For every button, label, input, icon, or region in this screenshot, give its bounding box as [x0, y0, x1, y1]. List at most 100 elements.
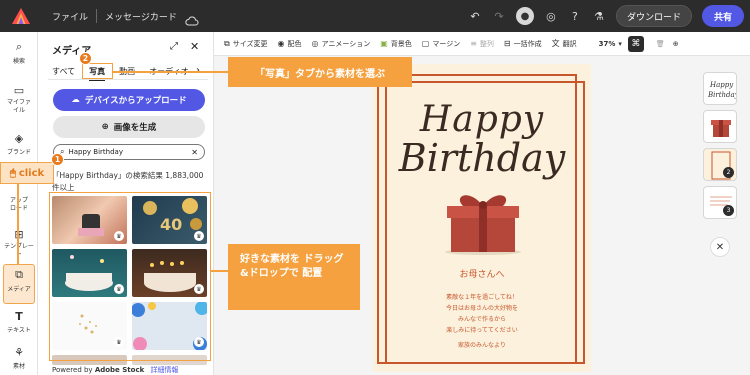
bulk-icon: ⊟ — [503, 39, 511, 48]
image-plus-icon: ⊕ — [101, 122, 109, 132]
media-icon: ⧉ — [15, 268, 23, 281]
gift-box-image[interactable] — [439, 184, 527, 260]
add-page-icon[interactable]: ⊕ — [673, 40, 679, 48]
card-title-line2[interactable]: Birthday — [373, 136, 591, 180]
file-menu[interactable]: ファイル — [52, 10, 88, 23]
rail-item-text[interactable]: T テキスト — [0, 310, 38, 334]
color-theme-button[interactable]: ◉ 配色 — [278, 39, 302, 49]
download-button[interactable]: ダウンロード — [615, 5, 692, 27]
flask-icon[interactable]: ⚗ — [592, 9, 606, 23]
generate-image-button[interactable]: ⊕ 画像を生成 — [53, 116, 205, 138]
cloud-icon — [185, 11, 199, 26]
annotation-connector — [17, 184, 19, 264]
zoom-value: 37% — [598, 39, 616, 48]
toolbar-label: アニメーション — [321, 39, 371, 48]
rail-item-label: ブランド — [6, 149, 31, 156]
page-thumb[interactable]: Happy Birthday — [703, 72, 737, 105]
annotation-highlight — [49, 192, 211, 361]
callout-drag-drop: 好きな素材を ドラッグ&ドロップで 配置 — [228, 244, 360, 310]
share-button[interactable]: 共有 — [701, 5, 744, 27]
toolbar-label: マージン — [432, 39, 461, 48]
rail-item-label: 検索 — [12, 58, 25, 65]
layers-icon[interactable]: ⌘ — [627, 35, 644, 52]
rail-item-label: テキスト — [7, 327, 31, 334]
close-icon[interactable]: ✕ — [710, 237, 730, 257]
clear-icon[interactable]: ✕ — [191, 148, 198, 157]
animation-button[interactable]: ◎ アニメーション — [312, 39, 371, 49]
svg-text:Happy: Happy — [709, 81, 734, 89]
undo-icon[interactable]: ↶ — [468, 9, 482, 23]
search-input[interactable]: ⌕ Happy Birthday ✕ — [53, 144, 205, 160]
results-count: 「Happy Birthday」の検索結果 1,883,000 件以上 — [52, 171, 204, 192]
rail-item-upload[interactable]: ⇪ アップロード — [0, 182, 38, 213]
palette-icon: ◉ — [277, 39, 285, 48]
search-icon: ⌕ — [15, 40, 23, 53]
card-greeting[interactable]: お母さんへ — [373, 267, 591, 280]
folder-icon: ▭ — [13, 84, 25, 97]
bulk-create-button[interactable]: ⊟ 一括作成 — [504, 39, 542, 49]
card-title-line1[interactable]: Happy — [373, 99, 591, 140]
upload-from-device-button[interactable]: ☁ デバイスからアップロード — [53, 89, 205, 111]
text-icon: T — [15, 310, 23, 323]
card-message-line: 家族のみんなより — [458, 342, 506, 349]
button-label: 画像を生成 — [113, 123, 157, 133]
toolbar-label: 翻訳 — [562, 39, 577, 48]
page-thumb[interactable] — [703, 110, 737, 143]
svg-text:Birthday: Birthday — [707, 91, 737, 99]
mouse-icon: 🖱 — [9, 167, 16, 179]
divider — [48, 79, 208, 80]
card-message[interactable]: 素敵な１年を過ごしてね！ 今日はお母さんの大好物を みんなで作るから 楽しみに待… — [373, 292, 591, 351]
cloud-upload-icon: ☁ — [71, 95, 80, 105]
rail-item-brand[interactable]: ◈ ブランド — [0, 132, 38, 156]
rail-item-elements[interactable]: ⚘ 素材 — [0, 346, 38, 370]
app-logo-icon[interactable] — [12, 8, 30, 24]
click-label: click — [18, 167, 45, 179]
document-title[interactable]: メッセージカード — [105, 10, 177, 23]
rail-item-label: 素材 — [12, 363, 25, 370]
powered-brand: Adobe Stock — [94, 366, 145, 374]
rail-item-search[interactable]: ⌕ 検索 — [0, 40, 38, 65]
annotation-connector — [113, 71, 228, 73]
align-button[interactable]: ≡ 整列 — [470, 39, 494, 49]
zoom-select[interactable]: 37% ▾ — [599, 40, 622, 48]
elements-icon: ⚘ — [14, 346, 24, 359]
card-message-line: 今日はお母さんの大好物を — [445, 305, 518, 312]
rail-item-label: マイファイル — [7, 99, 32, 114]
redo-icon[interactable]: ↷ — [492, 9, 506, 23]
top-bar: ファイル メッセージカード ↶ ↷ ● ◎ ? ⚗ ダウンロード 共有 — [0, 0, 750, 32]
expand-icon[interactable]: ⤢ — [170, 41, 178, 52]
margin-button[interactable]: ▢ マージン — [422, 39, 460, 49]
help-icon[interactable]: ? — [568, 9, 582, 23]
rail-item-media[interactable]: ⧉ メディア — [3, 264, 35, 304]
template-icon: ⊞ — [14, 228, 24, 241]
brand-icon: ◈ — [14, 132, 24, 145]
lightbulb-icon[interactable]: ◎ — [544, 9, 558, 23]
more-info-link[interactable]: 詳細情報 — [150, 366, 178, 374]
swatch-icon: ▣ — [380, 39, 388, 48]
card-message-line: 素敵な１年を過ごしてね！ — [446, 294, 518, 301]
avatar[interactable]: ● — [515, 7, 534, 25]
animation-icon: ◎ — [311, 39, 319, 48]
margin-icon: ▢ — [421, 39, 430, 48]
rail-item-label: アップロード — [9, 197, 28, 212]
divider — [96, 9, 98, 23]
background-color-button[interactable]: ▣ 背景色 — [380, 39, 412, 49]
left-rail: ⌕ 検索 ▭ マイファイル ◈ ブランド ⇪ アップロード ⊞ テンプレート ⧉… — [0, 32, 38, 375]
translate-button[interactable]: 文翻訳 — [552, 38, 577, 49]
click-annotation: 🖱 click — [0, 162, 54, 184]
page-number: 3 — [723, 205, 734, 216]
message-card-canvas[interactable]: Happy Birthday お母さんへ 素敵な１年を過ごしてね！ 今日はお母さ… — [373, 64, 591, 372]
rail-item-myfiles[interactable]: ▭ マイファイル — [0, 84, 38, 115]
resize-button[interactable]: ⧉ サイズ変更 — [224, 39, 268, 49]
toolbar-label: 背景色 — [390, 39, 412, 48]
toolbar-label: サイズ変更 — [232, 39, 268, 48]
page-number: 2 — [723, 167, 734, 178]
page-thumb[interactable]: 3 — [703, 186, 737, 219]
page-thumb[interactable]: 2 — [703, 148, 737, 181]
trash-icon[interactable]: 🗑 — [656, 40, 665, 48]
rail-item-templates[interactable]: ⊞ テンプレート — [0, 228, 38, 259]
close-icon[interactable]: ✕ — [190, 40, 199, 53]
rail-item-label: メディア — [7, 286, 31, 293]
callout-photo-tab: 「写真」タブから素材を選ぶ — [228, 57, 412, 87]
toolbar-label: 配色 — [287, 39, 302, 48]
